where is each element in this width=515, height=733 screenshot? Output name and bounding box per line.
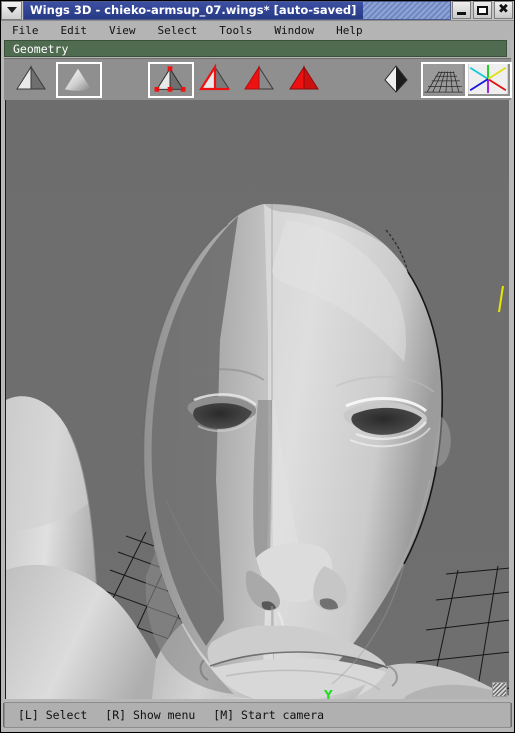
toolbar-button-face-mode[interactable] — [238, 62, 284, 98]
status-hint-middle-click: [M] Start camera — [213, 708, 324, 722]
menu-item-window[interactable]: Window — [274, 24, 314, 37]
axes-icon — [468, 64, 508, 94]
status-action-show-menu: Show menu — [132, 708, 196, 722]
menu-item-tools[interactable]: Tools — [219, 24, 252, 37]
title-bar: Wings 3D - chieko-armsup_07.wings* [auto… — [0, 0, 515, 21]
axis-label-y: Y — [324, 688, 333, 699]
status-hint-left-click: [L] Select — [18, 708, 87, 722]
status-key-m: [M] — [213, 708, 235, 722]
menu-item-select[interactable]: Select — [158, 24, 198, 37]
flat-pyramid-icon — [16, 65, 46, 90]
maximize-button[interactable] — [473, 1, 492, 19]
toolbar-button-smooth-preview-off[interactable] — [10, 62, 56, 98]
pyramid-vertices-icon — [154, 66, 186, 92]
wings3d-window: Wings 3D - chieko-armsup_07.wings* [auto… — [0, 0, 515, 733]
menu-item-edit[interactable]: Edit — [61, 24, 88, 37]
window-title: Wings 3D - chieko-armsup_07.wings* [auto… — [24, 1, 364, 19]
status-key-l: [L] — [18, 708, 39, 722]
maximize-icon — [477, 5, 488, 15]
minimize-button[interactable] — [452, 1, 471, 19]
geometry-panel-caption[interactable]: Geometry — [4, 40, 507, 57]
close-icon: ✖ — [498, 2, 509, 17]
window-controls: ✖ — [452, 1, 513, 19]
chevron-down-icon — [6, 7, 17, 13]
system-menu-button[interactable] — [1, 0, 22, 20]
status-key-r: [R] — [105, 708, 127, 722]
status-bar: [L] Select [R] Show menu [M] Start camer… — [0, 699, 515, 733]
viewport-render — [6, 100, 509, 699]
toolbar-button-vertex-mode[interactable] — [148, 62, 194, 98]
smooth-pyramid-icon — [64, 68, 92, 91]
toolbar-button-smooth-preview-on[interactable] — [56, 62, 102, 98]
toolbar-button-workmode-toggle[interactable] — [375, 62, 421, 98]
ground-grid-icon — [423, 64, 463, 94]
toolbar-button-body-mode[interactable] — [283, 62, 329, 98]
pyramid-face-icon — [244, 65, 274, 90]
menu-item-view[interactable]: View — [109, 24, 136, 37]
menu-bar: File Edit View Select Tools Window Help — [0, 21, 515, 39]
pyramid-edges-icon — [198, 63, 230, 91]
toolbar-button-show-axes[interactable] — [466, 62, 512, 98]
menu-item-file[interactable]: File — [12, 24, 39, 37]
toolbar — [4, 58, 512, 100]
toolbar-button-edge-mode[interactable] — [194, 62, 240, 98]
status-action-select: Select — [45, 708, 88, 722]
menu-item-help[interactable]: Help — [336, 24, 363, 37]
viewport-resize-grip[interactable] — [492, 682, 507, 697]
status-bar-content: [L] Select [R] Show menu [M] Start camer… — [4, 702, 511, 728]
toolbar-button-show-grid[interactable] — [421, 62, 467, 98]
title-strip: Wings 3D - chieko-armsup_07.wings* [auto… — [23, 0, 451, 20]
geometry-caption-label: Geometry — [13, 41, 69, 56]
pyramid-body-icon — [289, 65, 319, 90]
status-hint-right-click: [R] Show menu — [105, 708, 195, 722]
status-action-start-camera: Start camera — [241, 708, 325, 722]
minimize-icon — [457, 11, 466, 15]
pyramid-shaded-icon — [384, 65, 408, 93]
close-button[interactable]: ✖ — [494, 1, 513, 19]
geometry-viewport[interactable]: Y — [5, 100, 509, 699]
